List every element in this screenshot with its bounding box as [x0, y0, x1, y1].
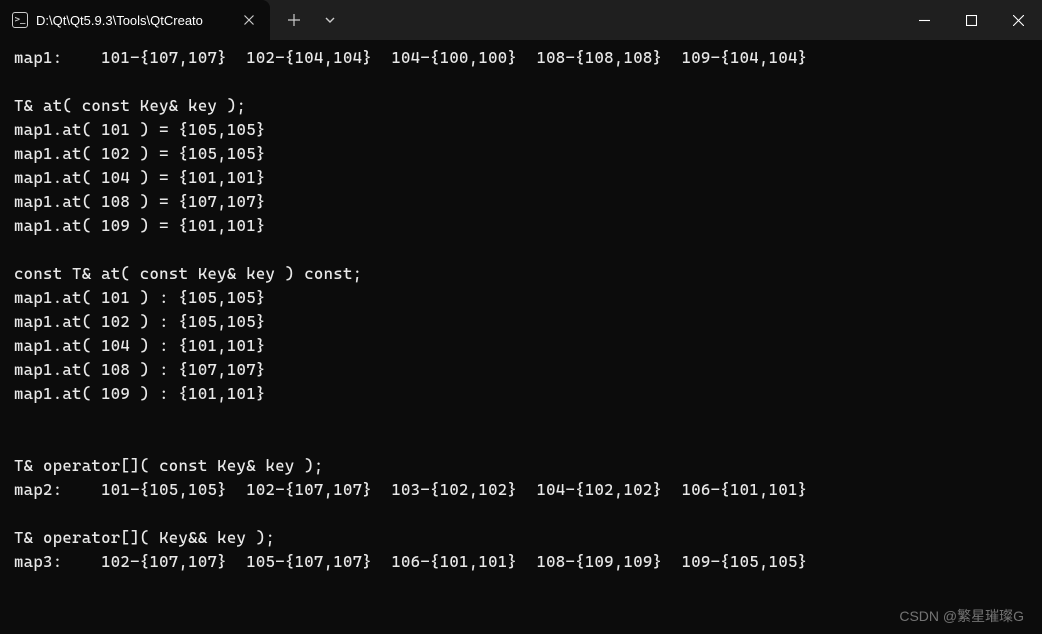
cmd-icon: >_	[12, 12, 28, 28]
terminal-output[interactable]: map1: 101-{107,107} 102-{104,104} 104-{1…	[0, 40, 1042, 580]
maximize-icon	[966, 15, 977, 26]
add-tab-button[interactable]	[276, 0, 312, 40]
window-controls	[901, 0, 1042, 40]
minimize-icon	[919, 15, 930, 26]
window-titlebar: >_ D:\Qt\Qt5.9.3\Tools\QtCreato	[0, 0, 1042, 40]
minimize-button[interactable]	[901, 0, 948, 40]
close-icon	[1013, 15, 1024, 26]
plus-icon	[288, 14, 300, 26]
close-window-button[interactable]	[995, 0, 1042, 40]
tab-title: D:\Qt\Qt5.9.3\Tools\QtCreato	[36, 13, 232, 28]
close-tab-button[interactable]	[240, 11, 258, 29]
tab-dropdown-button[interactable]	[312, 0, 348, 40]
maximize-button[interactable]	[948, 0, 995, 40]
titlebar-drag-area[interactable]	[348, 0, 901, 40]
terminal-tab[interactable]: >_ D:\Qt\Qt5.9.3\Tools\QtCreato	[0, 0, 270, 40]
close-icon	[244, 15, 254, 25]
chevron-down-icon	[324, 14, 336, 26]
watermark-text: CSDN @繁星璀璨G	[899, 606, 1024, 626]
